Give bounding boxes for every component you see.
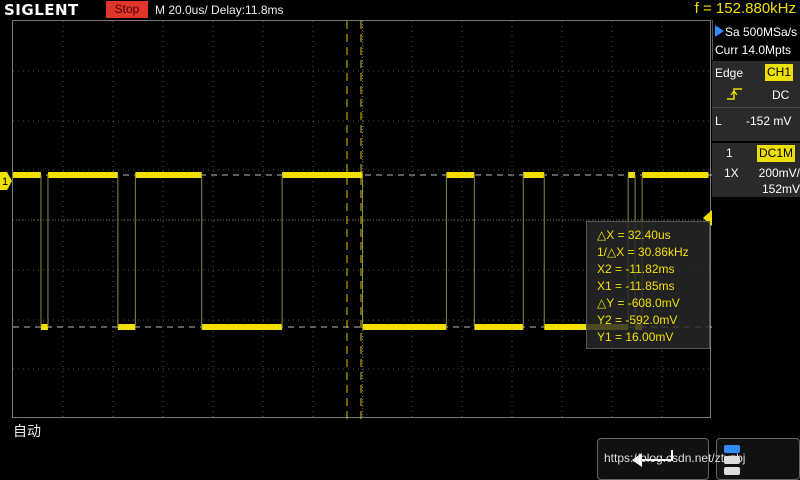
cursor-y1: Y1 = 16.00mV <box>597 330 674 344</box>
waveform-graticule[interactable] <box>12 20 712 419</box>
channel-number: 1 <box>726 146 733 160</box>
trace-high-segment <box>628 172 636 178</box>
cursor-y2: Y2 = -592.0mV <box>597 313 678 327</box>
cursor-delta-x: △X = 32.40us <box>597 228 671 242</box>
ch1-marker-label: 1 <box>2 176 8 188</box>
acquisition-box: Sa 500MSa/s Curr 14.0Mpts <box>712 20 800 60</box>
trace-high-segment <box>523 172 545 178</box>
trigger-mode-label: 自动 <box>13 424 41 440</box>
trace-low-segment <box>117 324 136 330</box>
trigger-source-chip: CH1 <box>765 64 794 81</box>
cursor-measurement-box: △X = 32.40us 1/△X = 30.86kHz X2 = -11.82… <box>586 221 710 349</box>
trigger-coupling: DC <box>772 88 790 102</box>
channel-coupling-chip: DC1M <box>757 145 796 162</box>
cursor-inv-delta-x: 1/△X = 30.86kHz <box>597 245 689 259</box>
trace-high-segment <box>446 172 475 178</box>
trace-high-segment <box>135 172 202 178</box>
trace-high-segment <box>47 172 118 178</box>
graticule-svg <box>13 21 712 419</box>
trace-low-segment <box>362 324 447 330</box>
trace-low-segment <box>474 324 524 330</box>
probe-attenuation: 1X <box>724 166 739 180</box>
channel1-box[interactable]: 1 DC1M 1X 200mV/ 152mV <box>712 141 800 197</box>
trigger-level-value: -152 mV <box>746 114 792 128</box>
acq-arrow-icon <box>715 25 724 37</box>
rising-edge-icon <box>727 88 742 100</box>
trigger-level-label: L <box>715 114 722 128</box>
cursor-delta-y: △Y = -608.0mV <box>597 296 680 310</box>
trace-high-segment <box>13 172 41 178</box>
frequency-counter: f = 152.880kHz <box>694 0 796 17</box>
cursor-x2: X2 = -11.82ms <box>597 262 675 276</box>
trace-low-segment <box>201 324 283 330</box>
trace-low-segment <box>40 324 48 330</box>
trigger-type: Edge <box>715 66 744 80</box>
trace-high-segment <box>282 172 363 178</box>
channel-offset: 152mV <box>761 182 800 196</box>
sample-rate: Sa 500MSa/s <box>725 25 798 39</box>
run-stop-badge[interactable]: Stop <box>106 1 148 18</box>
cursor-x1: X1 = -11.85ms <box>597 279 675 293</box>
timebase-readout[interactable]: M 20.0us/ Delay:11.8ms <box>155 0 284 20</box>
brand-logo: SIGLENT <box>4 1 79 19</box>
ch1-level-marker[interactable]: 1 <box>0 172 12 190</box>
watermark-text: https://blog.csdn.net/ztvzbj <box>604 451 746 465</box>
trace-high-segment <box>642 172 709 178</box>
side-info-panel: Sa 500MSa/s Curr 14.0Mpts Edge CH1 DC L … <box>712 20 800 197</box>
trigger-separator <box>712 107 800 108</box>
memory-depth: Curr 14.0Mpts <box>715 43 792 57</box>
